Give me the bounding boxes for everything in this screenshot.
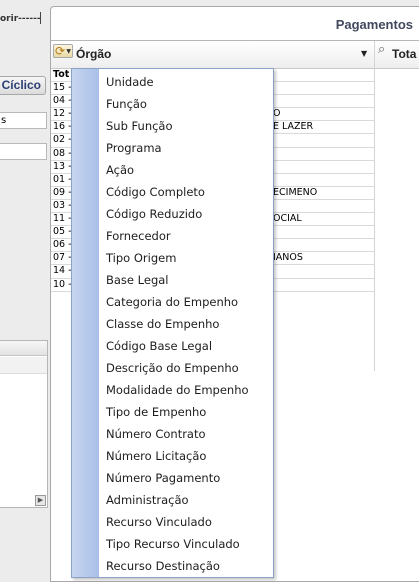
- menu-item[interactable]: Fornecedor: [72, 225, 273, 247]
- menu-item[interactable]: Categoria do Empenho: [72, 291, 273, 313]
- menu-item[interactable]: Unidade: [72, 71, 273, 93]
- menu-item[interactable]: Código Reduzido: [72, 203, 273, 225]
- left-panel: orir------ Cíclico s ▶: [0, 0, 48, 582]
- left-top-text: orir------: [0, 14, 41, 24]
- row-code: 05 -: [53, 226, 72, 238]
- chevron-down-icon: ▼: [66, 48, 71, 55]
- row-code: 13 -: [53, 160, 72, 172]
- menu-item[interactable]: Classe do Empenho: [72, 313, 273, 335]
- row-code: 04 -: [53, 95, 72, 107]
- menu-item[interactable]: Tipo Origem: [72, 247, 273, 269]
- row-code: 08 -: [53, 147, 72, 159]
- column-header: ⟳ ▼ Órgão ▼ ⌕ Tota: [51, 41, 419, 69]
- pivot-dimension-icon: ⟳: [55, 44, 66, 58]
- row-name: ECIMENO: [273, 186, 318, 198]
- menu-item[interactable]: Recurso Destinação: [72, 555, 273, 577]
- left-top-separator: [40, 12, 41, 24]
- ciclico-button[interactable]: Cíclico: [0, 76, 46, 95]
- row-name: O: [273, 108, 281, 120]
- menu-item[interactable]: Função: [72, 93, 273, 115]
- zoom-icon[interactable]: ⌕: [378, 43, 385, 57]
- menu-item[interactable]: Descrição do Empenho: [72, 357, 273, 379]
- row-code: 06 -: [53, 239, 72, 251]
- left-list-row[interactable]: [0, 357, 47, 374]
- row-name: E LAZER: [273, 121, 314, 133]
- menu-item[interactable]: Ação: [72, 159, 273, 181]
- menu-item[interactable]: Número Pagamento: [72, 467, 273, 489]
- row-code: 01 -: [53, 173, 72, 185]
- panel-title: Pagamentos: [335, 17, 413, 32]
- row-code: 03 -: [53, 199, 72, 211]
- dimension-selector-button[interactable]: ⟳ ▼: [53, 44, 73, 58]
- menu-item[interactable]: Sub Função: [72, 115, 273, 137]
- left-list-box: ▶: [0, 340, 48, 508]
- menu-item[interactable]: Número Licitação: [72, 445, 273, 467]
- menu-item[interactable]: Número Contrato: [72, 423, 273, 445]
- row-code: Tot: [53, 69, 70, 80]
- row-code: 02 -: [53, 134, 72, 146]
- menu-item[interactable]: Modalidade do Empenho: [72, 379, 273, 401]
- dimension-menu: Unidade Função Sub Função Programa Ação Códig…: [71, 68, 274, 578]
- left-field-2[interactable]: [0, 143, 47, 160]
- column-total-label[interactable]: Tota: [392, 47, 416, 61]
- menu-items: Unidade Função Sub Função Programa Ação Códig…: [72, 71, 273, 577]
- menu-item[interactable]: Base Legal: [72, 269, 273, 291]
- menu-item[interactable]: Código Base Legal: [72, 335, 273, 357]
- orgao-dropdown-icon[interactable]: ▼: [361, 49, 367, 58]
- scroll-right-icon[interactable]: ▶: [35, 495, 46, 506]
- left-list-header: [0, 341, 47, 356]
- column-orgao-label[interactable]: Órgão: [76, 47, 111, 61]
- row-code: 16 -: [53, 121, 72, 133]
- menu-item[interactable]: Administração: [72, 489, 273, 511]
- row-code: 11 -: [53, 213, 72, 225]
- row-code: 07 -: [53, 252, 72, 264]
- menu-item[interactable]: Código Completo: [72, 181, 273, 203]
- row-name: IANOS: [273, 252, 303, 264]
- menu-item[interactable]: Recurso Vinculado: [72, 511, 273, 533]
- row-code: 12 -: [53, 108, 72, 120]
- row-code: 15 -: [53, 82, 72, 94]
- row-code: 09 -: [53, 186, 72, 198]
- menu-item[interactable]: Programa: [72, 137, 273, 159]
- menu-item[interactable]: Tipo de Empenho: [72, 401, 273, 423]
- column-separator: [374, 41, 375, 371]
- row-name: OCIAL: [273, 213, 302, 225]
- row-code: 14 -: [53, 265, 72, 277]
- row-code: 10 -: [53, 278, 72, 290]
- left-field-1[interactable]: s: [0, 112, 47, 129]
- menu-item[interactable]: Tipo Recurso Vinculado: [72, 533, 273, 555]
